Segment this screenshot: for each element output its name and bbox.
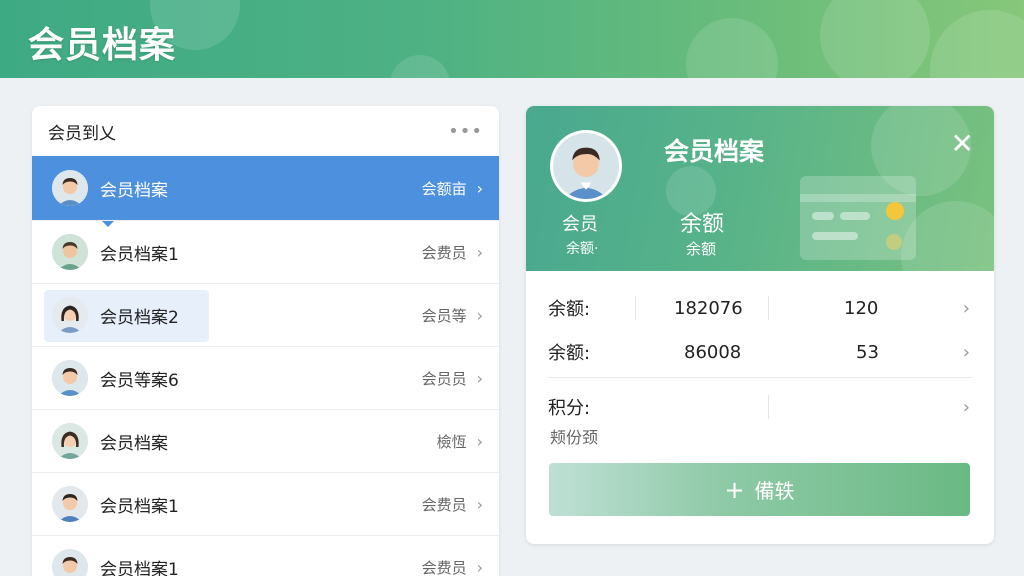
page-title: 会员档案 xyxy=(28,25,177,66)
avatar xyxy=(52,360,88,396)
avatar xyxy=(52,423,88,459)
info-value: 53 xyxy=(856,341,879,363)
header-decoration xyxy=(820,0,930,78)
list-item-tag: 会费员 xyxy=(421,495,467,514)
info-value: 182076 xyxy=(674,297,743,319)
member-list: 会员档案 会额亩 › 会员档案1 会费员 › 会员档案2 会员等 › 会员等案6 会员员 › 会员档案檢… xyxy=(32,156,499,576)
list-item-tag: 会员等 xyxy=(421,306,467,325)
info-value: 120 xyxy=(844,297,879,319)
chevron-right-icon: › xyxy=(476,431,483,451)
list-item-right: 会员员 › xyxy=(422,368,483,389)
info-label: 积分: xyxy=(548,398,591,419)
list-item-name: 会员等案6 xyxy=(100,370,179,391)
list-title: 会员到乂 xyxy=(48,123,116,144)
list-item-tag: 会员员 xyxy=(421,369,467,388)
list-item[interactable]: 会员档案 檢恆 › xyxy=(32,409,499,472)
app-header: 会员档案 xyxy=(0,0,1024,78)
plus-icon: + xyxy=(724,475,745,504)
list-item-right: 会费员 › xyxy=(422,557,483,576)
list-item-tag: 会额亩 xyxy=(421,179,467,198)
list-item[interactable]: 会员档案1 会费员 › xyxy=(32,535,499,576)
list-item-name: 会员档案1 xyxy=(100,559,179,576)
divider-line xyxy=(635,296,636,320)
balance-sublabel: 余额 xyxy=(686,240,717,258)
info-label: 余额: xyxy=(548,299,591,320)
list-item[interactable]: 会员档案1 会费员 › xyxy=(32,472,499,535)
info-row-balance-2[interactable]: 余额: 86008 53 › xyxy=(548,332,972,372)
list-item-name: 会员档案1 xyxy=(100,496,179,517)
avatar xyxy=(52,486,88,522)
chevron-right-icon: › xyxy=(476,368,483,388)
divider-line xyxy=(768,296,769,320)
chevron-right-icon: › xyxy=(962,396,970,418)
close-icon[interactable]: ✕ xyxy=(951,130,974,158)
list-item-right: 檢恆 › xyxy=(437,431,483,452)
coin-icon xyxy=(886,234,902,250)
avatar xyxy=(52,234,88,270)
info-row-points[interactable]: 积分: › xyxy=(548,387,972,427)
list-item-name: 会员档案 xyxy=(100,180,168,201)
list-item-tag: 会费员 xyxy=(421,243,467,262)
header-decoration xyxy=(930,10,1024,78)
list-item-name: 会员档案 xyxy=(100,433,168,454)
card-pill xyxy=(812,232,858,240)
list-item-name: 会员档案2 xyxy=(100,307,179,328)
chevron-right-icon: › xyxy=(476,494,483,514)
avatar-label: 会员 xyxy=(562,214,598,235)
avatar xyxy=(52,549,88,576)
member-list-panel: 会员到乂 ••• 会员档案 会额亩 › 会员档案1 会费员 › 会员档案2 会员等 › 会员等案6… xyxy=(32,106,499,576)
action-button-label: 備轶 xyxy=(754,479,795,503)
chevron-right-icon: › xyxy=(962,341,970,363)
list-item[interactable]: 会员档案2 会员等 › xyxy=(32,283,499,346)
list-item-tag: 会费员 xyxy=(421,558,467,576)
chevron-right-icon: › xyxy=(476,305,483,325)
info-value: 86008 xyxy=(684,341,742,363)
list-item-right: 会费员 › xyxy=(422,494,483,515)
divider-line xyxy=(768,395,769,419)
list-item[interactable]: 会员档案1 会费员 › xyxy=(32,220,499,283)
card-pill xyxy=(840,212,870,220)
chevron-right-icon: › xyxy=(476,178,483,198)
more-dots-icon[interactable]: ••• xyxy=(448,121,483,142)
avatar-sublabel: 余额· xyxy=(566,241,599,257)
info-label: 余额: xyxy=(548,343,591,364)
coin-icon xyxy=(886,202,904,220)
detail-title: 会员档案 xyxy=(664,137,765,166)
points-note: 颊份颈 xyxy=(550,428,599,447)
list-item-name: 会员档案1 xyxy=(100,244,179,265)
balance-label: 余额 xyxy=(680,212,725,237)
avatar xyxy=(52,170,88,206)
list-item[interactable]: 会员等案6 会员员 › xyxy=(32,346,499,409)
header-decoration xyxy=(390,55,450,78)
list-item-right: 会费员 › xyxy=(422,242,483,263)
list-item-right: 会员等 › xyxy=(422,305,483,326)
info-row-balance-1[interactable]: 余额: 182076 120 › xyxy=(548,288,972,328)
list-item-tag: 檢恆 xyxy=(436,432,467,451)
card-pill xyxy=(812,212,834,220)
list-item-right: 会额亩 › xyxy=(422,178,483,199)
add-action-button[interactable]: + 備轶 xyxy=(549,463,970,516)
chevron-right-icon: › xyxy=(962,297,970,319)
divider-line xyxy=(548,377,972,378)
avatar-man-icon xyxy=(553,133,619,199)
list-header: 会员到乂 ••• xyxy=(32,106,499,156)
detail-banner: 会员档案 ✕ 会员 余额· 余额 余额 xyxy=(526,106,994,271)
avatar xyxy=(52,297,88,333)
chevron-right-icon: › xyxy=(476,242,483,262)
header-decoration xyxy=(686,18,778,78)
member-detail-card: 会员档案 ✕ 会员 余额· 余额 余额 余额: 182076 120 › 余额:… xyxy=(526,106,994,544)
chevron-right-icon: › xyxy=(476,557,483,576)
list-item[interactable]: 会员档案 会额亩 › xyxy=(32,156,499,227)
card-stripe xyxy=(800,194,916,202)
detail-avatar xyxy=(550,130,622,202)
member-card-graphic xyxy=(800,176,916,260)
